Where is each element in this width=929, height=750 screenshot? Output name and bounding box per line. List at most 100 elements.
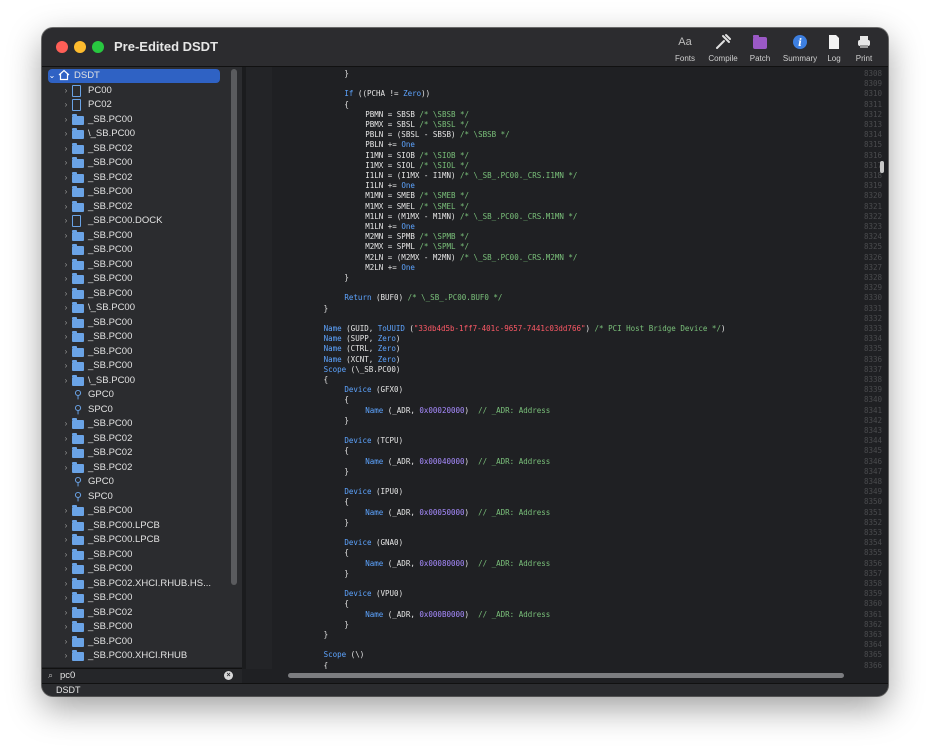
close-window-button[interactable]	[56, 41, 68, 53]
chevron-right-icon[interactable]: ›	[62, 606, 70, 620]
chevron-right-icon[interactable]: ›	[62, 142, 70, 156]
tree-row[interactable]: › _SB.PC02	[42, 432, 228, 446]
line-number: 8331	[863, 303, 882, 313]
chevron-right-icon[interactable]: ›	[62, 98, 70, 112]
sidebar-scroll-thumb[interactable]	[231, 69, 237, 585]
chevron-right-icon[interactable]: ›	[62, 504, 70, 518]
minimize-window-button[interactable]	[74, 41, 86, 53]
tree-row[interactable]: › _SB.PC02	[42, 446, 228, 460]
tree-row[interactable]: ⚲ GPC0	[42, 475, 228, 489]
chevron-right-icon[interactable]: ›	[62, 359, 70, 373]
tree-row[interactable]: › _SB.PC02.XHCI.RHUB.HS...	[42, 577, 228, 591]
tree-row[interactable]: › _SB.PC00	[42, 330, 228, 344]
tree-row[interactable]: › _SB.PC00	[42, 229, 228, 243]
chevron-right-icon[interactable]: ›	[62, 301, 70, 315]
compile-button[interactable]: Compile	[704, 32, 742, 63]
code-line: Name (SUPP, Zero)	[323, 334, 401, 344]
chevron-right-icon[interactable]: ›	[62, 417, 70, 431]
tree-row[interactable]: › _SB.PC00	[42, 345, 228, 359]
tree-row[interactable]: › _SB.PC00	[42, 548, 228, 562]
code-editor[interactable]: } If ((PCHA != Zero)){PBMN = SBSB /* \SBS…	[272, 67, 854, 669]
chevron-right-icon[interactable]: ›	[62, 214, 70, 228]
chevron-right-icon[interactable]: ›	[62, 562, 70, 576]
chevron-right-icon[interactable]: ›	[62, 591, 70, 605]
tree-row[interactable]: › _SB.PC00	[42, 591, 228, 605]
tree-row[interactable]: › _SB.PC00	[42, 272, 228, 286]
tree-row[interactable]: › _SB.PC00	[42, 635, 228, 649]
tree-row[interactable]: › _SB.PC02	[42, 171, 228, 185]
tree-row[interactable]: › _SB.PC00	[42, 258, 228, 272]
tree-row[interactable]: › PC02	[42, 98, 228, 112]
chevron-right-icon[interactable]: ›	[62, 258, 70, 272]
tree-row[interactable]: › _SB.PC00	[42, 156, 228, 170]
tree-row[interactable]: › _SB.PC02	[42, 142, 228, 156]
chevron-right-icon[interactable]: ›	[62, 533, 70, 547]
tree-row[interactable]: › \_SB.PC00	[42, 127, 228, 141]
fonts-button[interactable]: Aa Fonts	[668, 32, 702, 63]
summary-label: Summary	[782, 54, 818, 63]
chevron-right-icon[interactable]: ›	[62, 272, 70, 286]
chevron-right-icon[interactable]: ›	[62, 620, 70, 634]
tree-row[interactable]: › _SB.PC02	[42, 200, 228, 214]
chevron-right-icon[interactable]: ›	[62, 200, 70, 214]
editor-horizontal-scrollbar[interactable]	[288, 673, 844, 678]
tree-row[interactable]: › \_SB.PC00	[42, 374, 228, 388]
chevron-right-icon[interactable]: ›	[62, 84, 70, 98]
clear-search-icon[interactable]: ×	[224, 671, 233, 680]
tree-row[interactable]: › _SB.PC00.LPCB	[42, 533, 228, 547]
tree-row[interactable]: › _SB.PC00	[42, 620, 228, 634]
editor-vertical-scroll-thumb[interactable]	[880, 161, 884, 173]
chevron-right-icon[interactable]: ›	[62, 577, 70, 591]
sidebar-scrollbar[interactable]	[231, 69, 237, 663]
tree-row[interactable]: › _SB.PC00	[42, 316, 228, 330]
tree-row[interactable]: › \_SB.PC00	[42, 301, 228, 315]
chevron-right-icon[interactable]: ›	[62, 171, 70, 185]
tree-row[interactable]: › _SB.PC02	[42, 461, 228, 475]
chevron-right-icon[interactable]: ›	[62, 345, 70, 359]
chevron-right-icon[interactable]: ›	[62, 316, 70, 330]
tree-row[interactable]: › _SB.PC00	[42, 185, 228, 199]
tree-row[interactable]: › _SB.PC02	[42, 606, 228, 620]
chevron-right-icon[interactable]: ›	[62, 649, 70, 663]
chevron-right-icon[interactable]: ›	[62, 446, 70, 460]
print-button[interactable]: Print	[850, 32, 878, 63]
chevron-right-icon[interactable]: ›	[62, 432, 70, 446]
line-number: 8361	[863, 609, 882, 619]
chevron-right-icon[interactable]: ›	[62, 287, 70, 301]
chevron-right-icon[interactable]: ›	[62, 519, 70, 533]
chevron-right-icon[interactable]: ›	[62, 127, 70, 141]
folder-icon	[72, 447, 84, 458]
chevron-right-icon[interactable]: ›	[62, 113, 70, 127]
tree-row[interactable]: › _SB.PC00.DOCK	[42, 214, 228, 228]
tree-row[interactable]: ⚲ SPC0	[42, 403, 228, 417]
tree-row[interactable]: › _SB.PC00.LPCB	[42, 519, 228, 533]
chevron-down-icon[interactable]: ⌄	[48, 69, 56, 83]
chevron-right-icon[interactable]: ›	[62, 548, 70, 562]
tree-row[interactable]: › _SB.PC00	[42, 562, 228, 576]
tree-row[interactable]: ⌄ DSDT	[48, 69, 220, 83]
tree-row[interactable]: › _SB.PC00	[42, 287, 228, 301]
log-button[interactable]: Log	[823, 32, 845, 63]
chevron-right-icon[interactable]: ›	[62, 461, 70, 475]
tree-row[interactable]: › PC00	[42, 84, 228, 98]
chevron-right-icon[interactable]: ›	[62, 229, 70, 243]
tree-row[interactable]: › _SB.PC00.XHCI.RHUB	[42, 649, 228, 663]
chevron-right-icon[interactable]: ›	[62, 374, 70, 388]
tree-row[interactable]: ⚲ GPC0	[42, 388, 228, 402]
code-line: }	[323, 303, 329, 313]
chevron-right-icon[interactable]: ›	[62, 635, 70, 649]
chevron-right-icon[interactable]: ›	[62, 185, 70, 199]
chevron-right-icon[interactable]: ›	[62, 330, 70, 344]
tree-row[interactable]: ⚲ SPC0	[42, 490, 228, 504]
chevron-right-icon[interactable]: ›	[62, 156, 70, 170]
patch-button[interactable]: Patch	[744, 32, 776, 63]
tree-row[interactable]: › _SB.PC00	[42, 113, 228, 127]
zoom-window-button[interactable]	[92, 41, 104, 53]
search-input[interactable]	[60, 669, 220, 683]
tree-row[interactable]: › _SB.PC00	[42, 417, 228, 431]
tree-row[interactable]: › _SB.PC00	[42, 504, 228, 518]
code-line: M1LN = (M1MX - M1MN) /* \_SB_.PC00._CRS.…	[365, 211, 578, 221]
tree-row[interactable]: › _SB.PC00	[42, 359, 228, 373]
summary-button[interactable]: i Summary	[778, 32, 822, 63]
tree-row[interactable]: _SB.PC00	[42, 243, 228, 257]
